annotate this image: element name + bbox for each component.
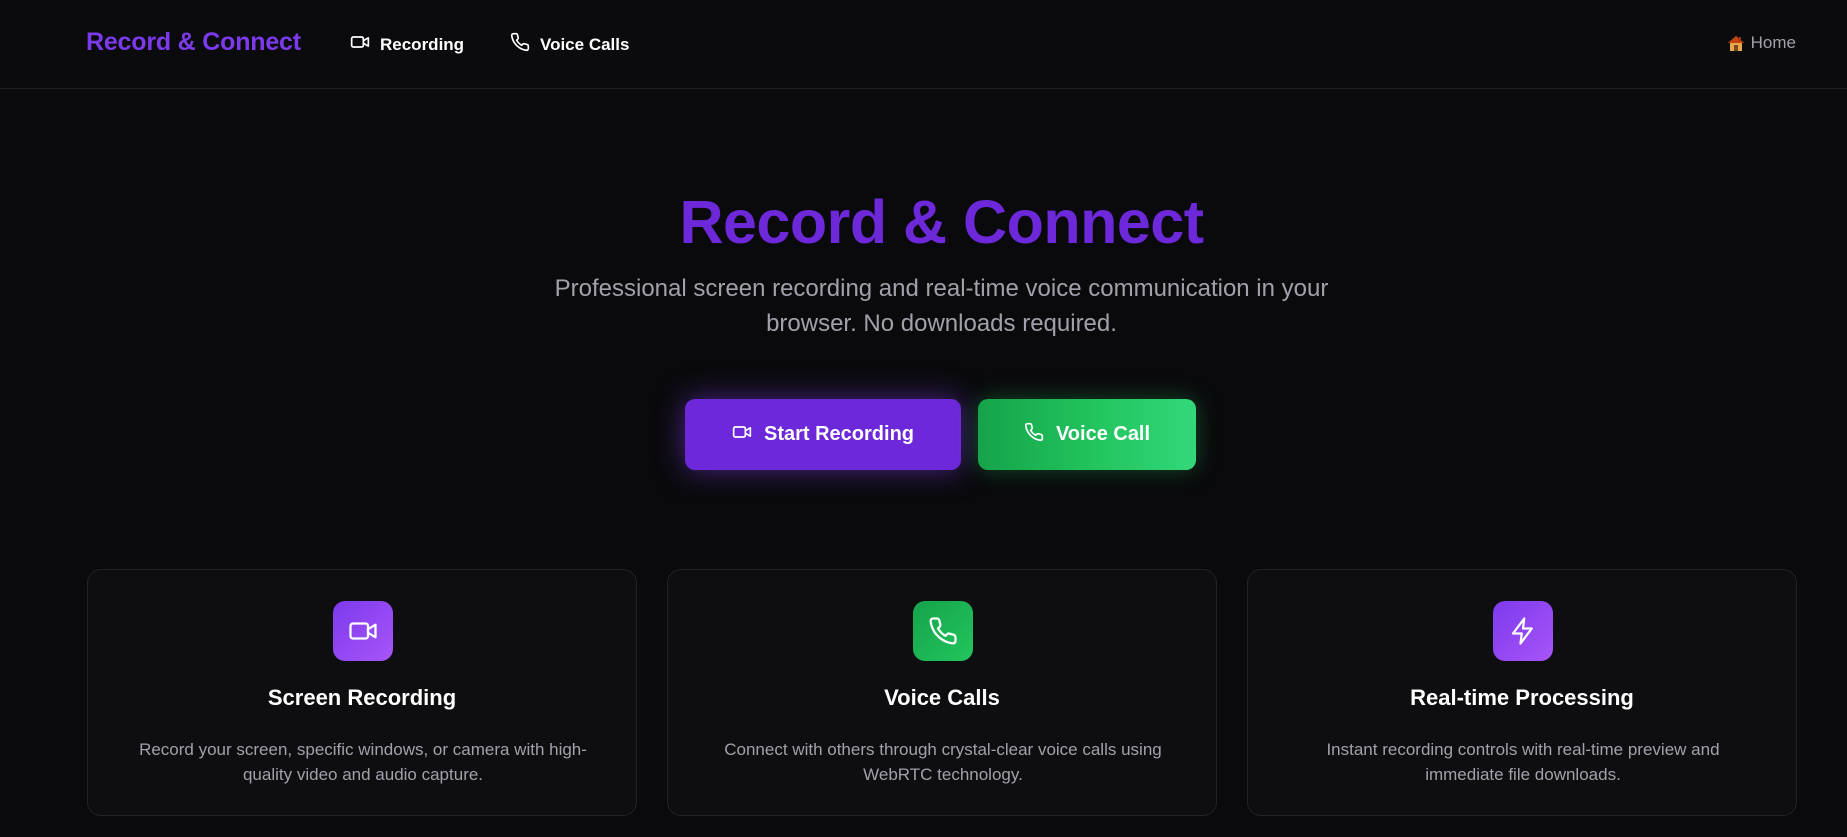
- phone-icon: [510, 32, 530, 57]
- feature-title: Screen Recording: [267, 685, 457, 710]
- home-link[interactable]: Home: [1727, 33, 1796, 53]
- feature-title: Real-time Processing: [1410, 685, 1634, 710]
- start-recording-label: Start Recording: [763, 423, 915, 445]
- video-camera-icon: [732, 422, 752, 448]
- feature-description: Instant recording controls with real-tim…: [1326, 740, 1720, 784]
- feature-card-voice-calls: Voice Calls Connect with others through …: [667, 569, 1217, 816]
- feature-card-real-time-processing: Real-time Processing Instant recording c…: [1247, 569, 1797, 816]
- top-navbar: Record & Connect Recording Voice Calls H…: [0, 0, 1847, 89]
- voice-call-label: Voice Call: [1055, 423, 1151, 445]
- hero-subtitle: Professional screen recording and real-t…: [554, 275, 1329, 337]
- feature-description: Record your screen, specific windows, or…: [139, 740, 587, 784]
- feature-description: Connect with others through crystal-clea…: [724, 740, 1162, 784]
- start-recording-button[interactable]: Start Recording: [685, 399, 961, 470]
- brand-logo[interactable]: Record & Connect: [86, 28, 301, 57]
- video-camera-icon: [333, 601, 393, 661]
- phone-icon: [913, 601, 973, 661]
- phone-icon: [1024, 422, 1044, 448]
- home-link-label: Home: [1750, 33, 1796, 52]
- hero-title: Record & Connect: [679, 188, 1204, 256]
- voice-call-button[interactable]: Voice Call: [978, 399, 1196, 470]
- nav-link-recording[interactable]: Recording: [350, 32, 464, 57]
- nav-link-label: Voice Calls: [540, 34, 630, 54]
- feature-card-screen-recording: Screen Recording Record your screen, spe…: [87, 569, 637, 816]
- nav-link-voice-calls[interactable]: Voice Calls: [510, 32, 629, 57]
- video-camera-icon: [350, 32, 370, 57]
- house-icon: [1727, 35, 1745, 52]
- feature-title: Voice Calls: [884, 685, 1000, 710]
- nav-link-label: Recording: [380, 34, 465, 54]
- lightning-bolt-icon: [1493, 601, 1553, 661]
